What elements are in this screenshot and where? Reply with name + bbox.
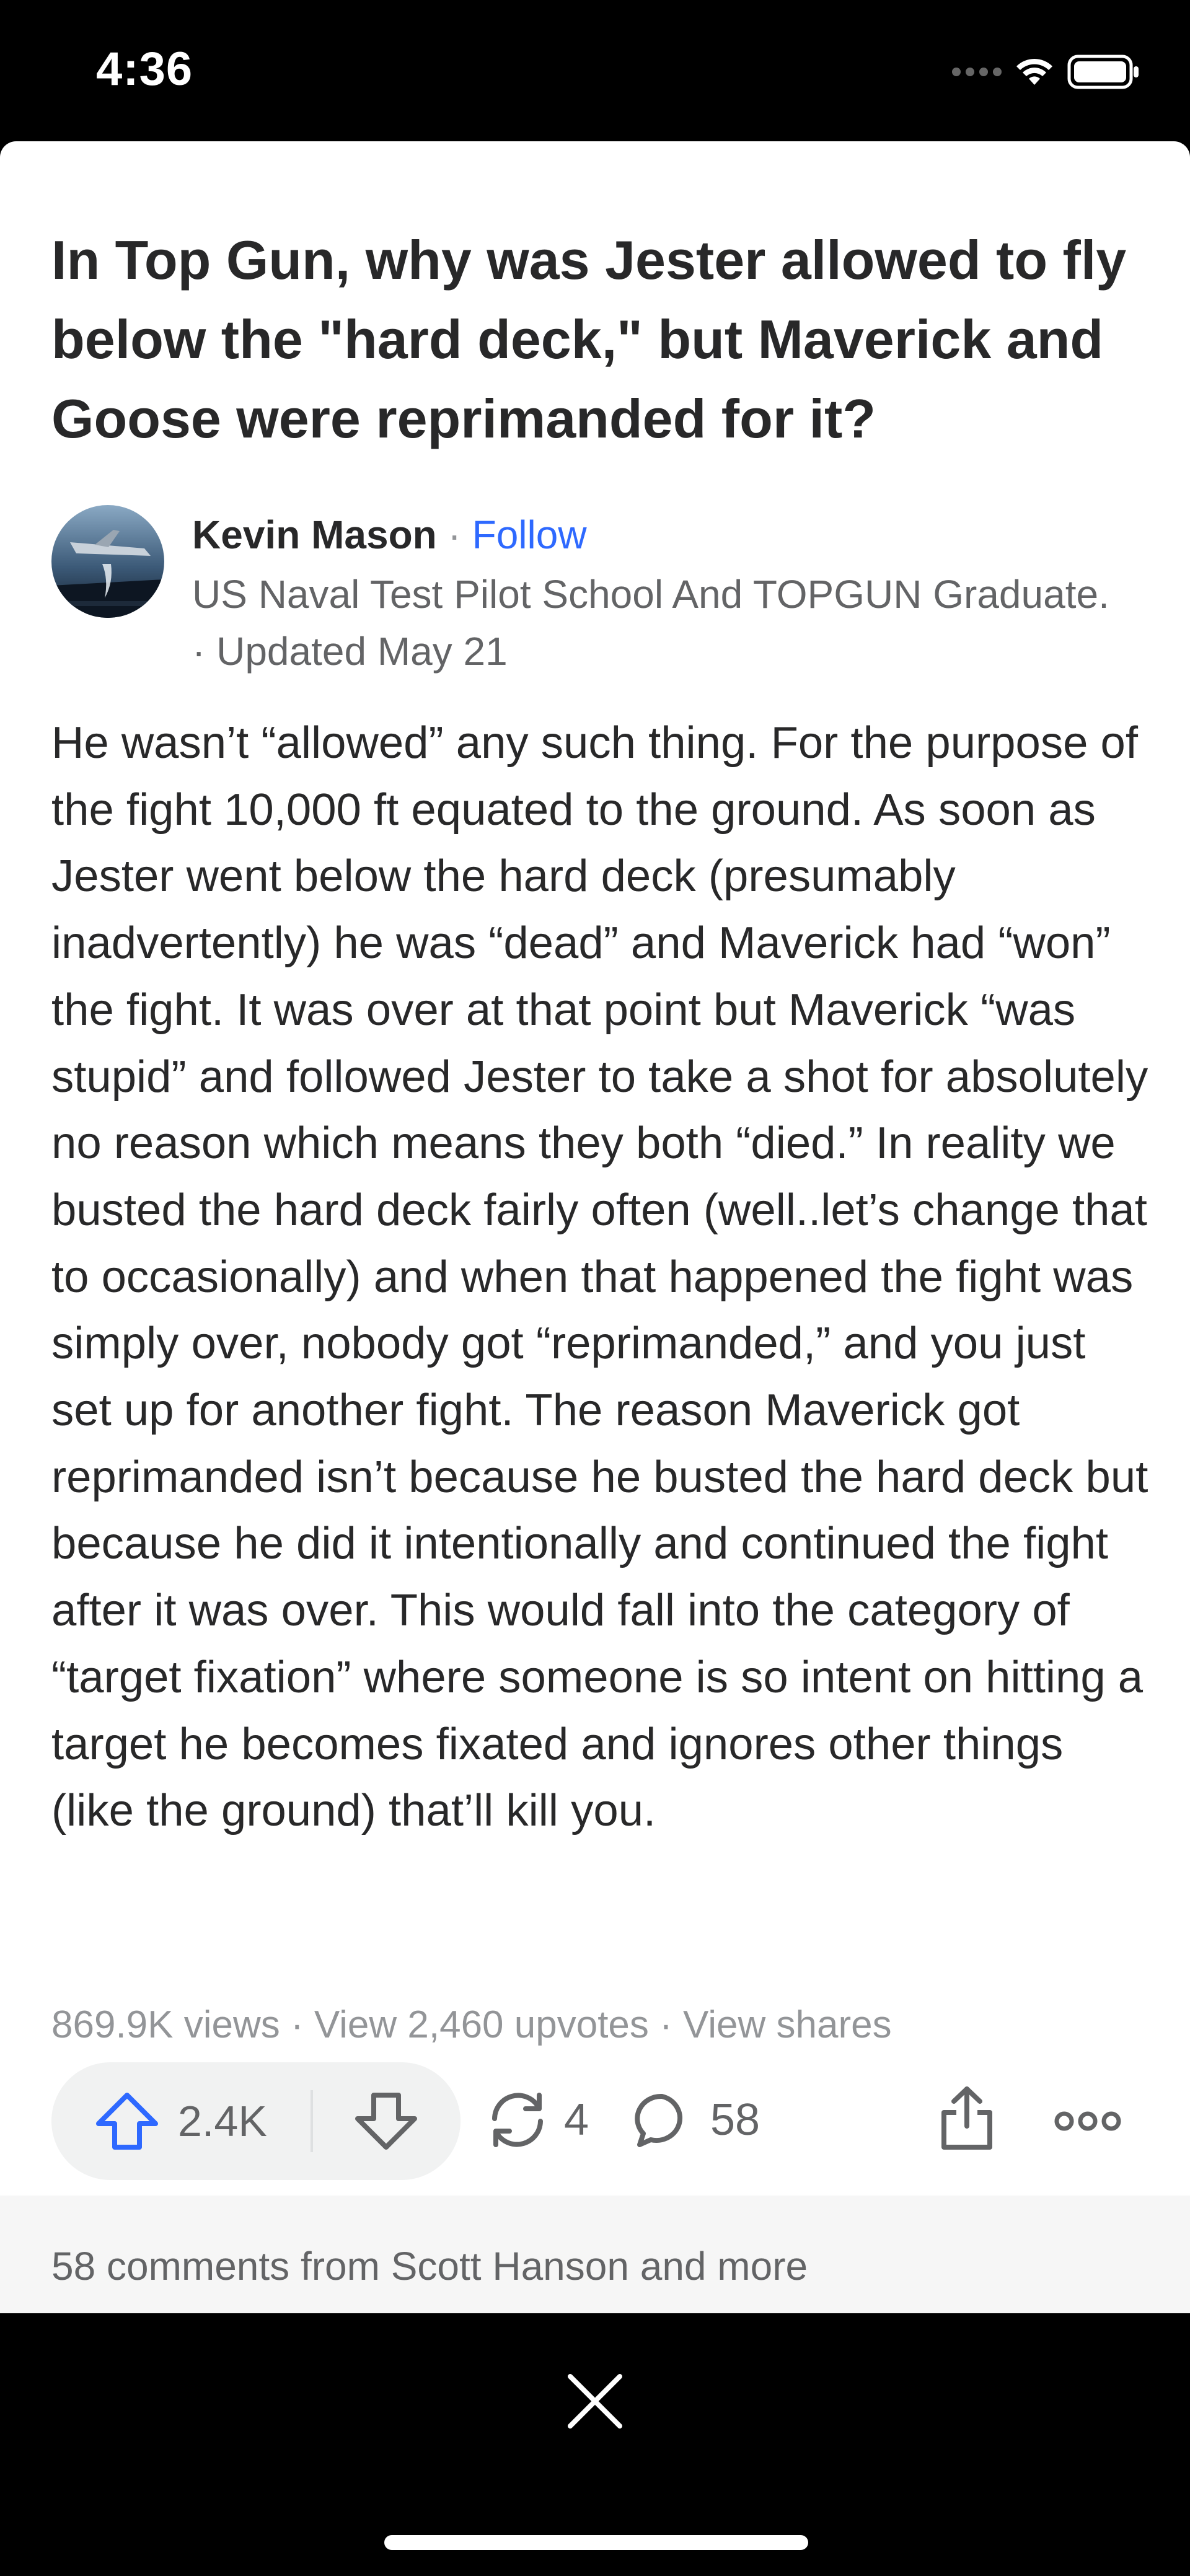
view-upvotes-link[interactable]: View 2,460 upvotes bbox=[314, 2003, 649, 2046]
more-dots-icon bbox=[1054, 2111, 1121, 2131]
author-credential[interactable]: US Naval Test Pilot School And TOPGUN Gr… bbox=[192, 566, 1122, 680]
reshare-button[interactable]: 4 bbox=[483, 2086, 589, 2154]
reshare-icon bbox=[492, 2093, 543, 2147]
separator: · bbox=[659, 2003, 672, 2046]
share-export-button[interactable] bbox=[930, 2081, 1004, 2155]
author-name-line: Kevin Mason · Follow bbox=[192, 507, 587, 563]
author-name[interactable]: Kevin Mason bbox=[192, 512, 437, 557]
question-title[interactable]: In Top Gun, why was Jester allowed to fl… bbox=[51, 221, 1142, 459]
close-icon bbox=[568, 2374, 622, 2429]
view-shares-link[interactable]: View shares bbox=[683, 2003, 892, 2046]
answer-card: In Top Gun, why was Jester allowed to fl… bbox=[0, 141, 1190, 2313]
cellular-signal-icon bbox=[952, 68, 1002, 76]
speech-bubble-icon bbox=[635, 2093, 683, 2147]
status-icons bbox=[952, 53, 1140, 90]
upvote-count: 2.4K bbox=[178, 2097, 267, 2145]
share-export-icon bbox=[941, 2086, 992, 2150]
separator: · bbox=[291, 2003, 304, 2046]
answer-body: He wasn’t “allowed” any such thing. For … bbox=[51, 718, 1148, 1836]
arrow-up-icon bbox=[96, 2093, 158, 2150]
comment-count: 58 bbox=[710, 2095, 760, 2145]
battery-icon bbox=[1067, 55, 1139, 89]
close-button[interactable] bbox=[558, 2364, 632, 2438]
follow-button[interactable]: Follow bbox=[472, 512, 587, 557]
reshare-count: 4 bbox=[564, 2095, 589, 2145]
author-avatar[interactable] bbox=[51, 505, 164, 618]
wifi-icon bbox=[1016, 58, 1052, 85]
comment-button[interactable]: 58 bbox=[632, 2086, 760, 2154]
separator: · bbox=[447, 512, 461, 557]
views-count: 869.9K views bbox=[51, 2003, 280, 2046]
answer-stats: 869.9K views · View 2,460 upvotes · View… bbox=[51, 2000, 892, 2050]
home-indicator[interactable] bbox=[384, 2535, 808, 2550]
comments-preview[interactable]: 58 comments from Scott Hanson and more bbox=[51, 2240, 808, 2292]
status-bar: 4:36 bbox=[0, 0, 1190, 141]
arrow-down-icon bbox=[355, 2093, 417, 2150]
status-time: 4:36 bbox=[96, 43, 193, 95]
downvote-button[interactable] bbox=[349, 2087, 423, 2155]
vote-pill: 2.4K bbox=[51, 2062, 461, 2180]
upvote-button[interactable]: 2.4K bbox=[95, 2087, 267, 2155]
divider bbox=[311, 2090, 313, 2152]
more-options-button[interactable] bbox=[1047, 2093, 1128, 2149]
